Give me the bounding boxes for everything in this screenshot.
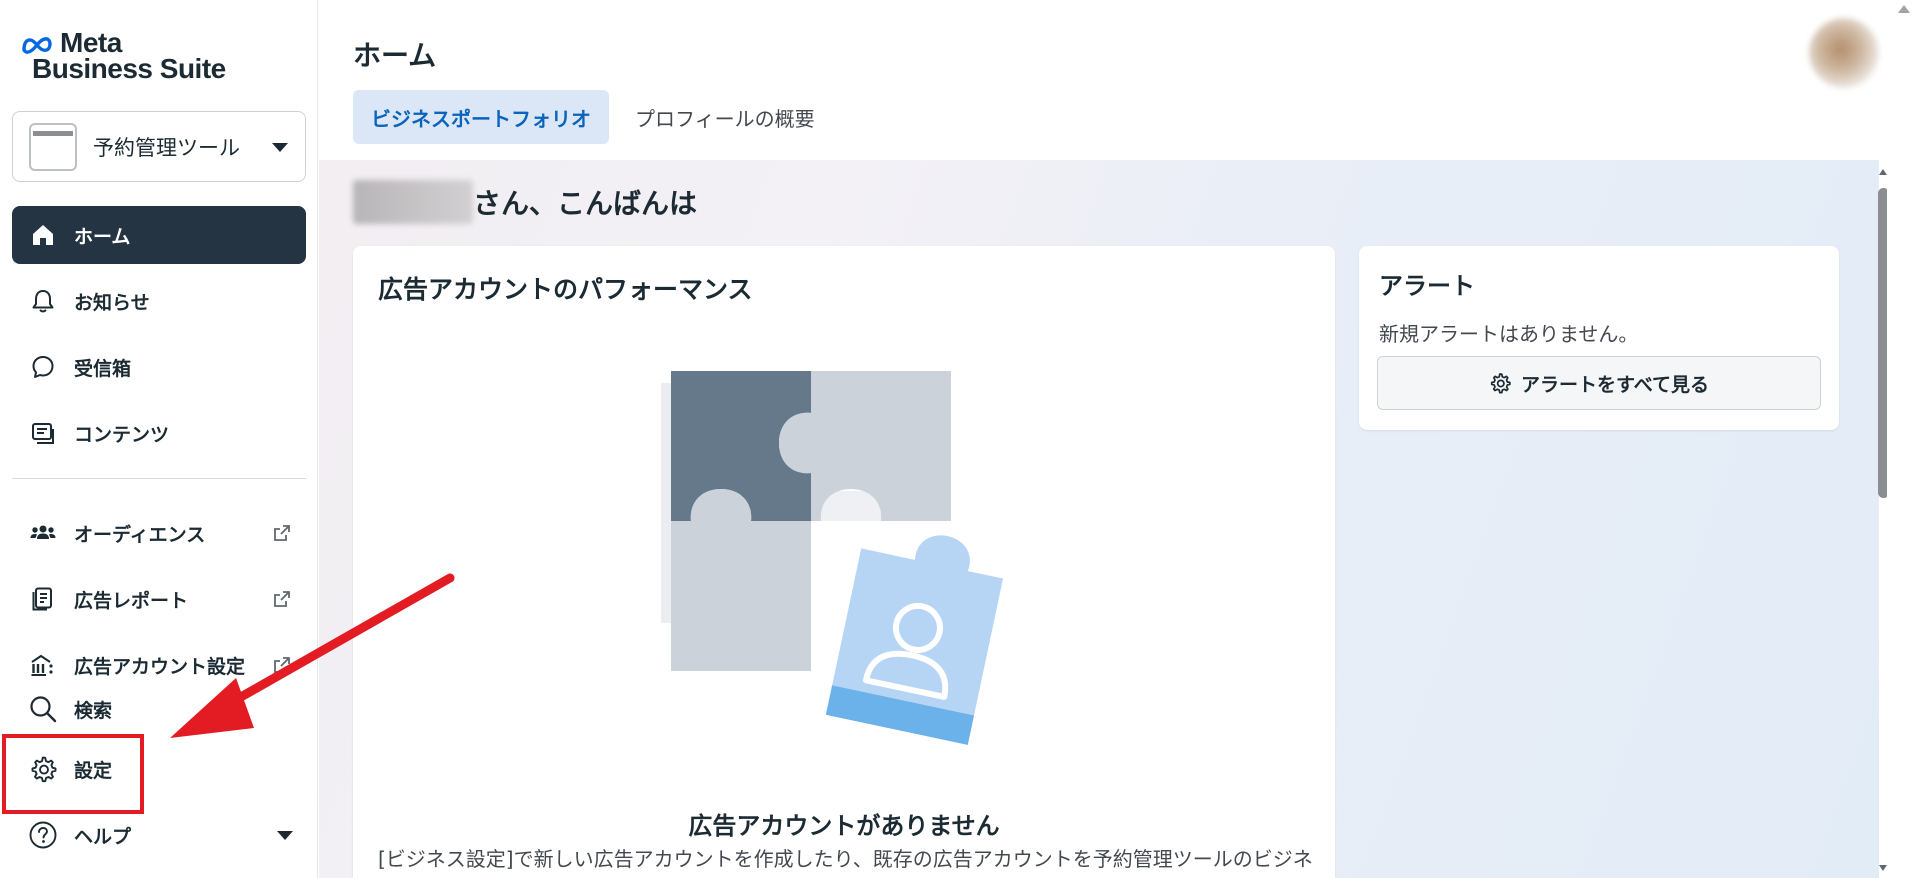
alerts-message: 新規アラートはありません。 [1379, 322, 1639, 346]
greeting: さん、こんばんは [353, 180, 697, 224]
sidebar: Meta Business Suite 予約管理ツール ホーム お知らせ 受信箱… [0, 0, 318, 878]
page-scrollbar[interactable] [1887, 0, 1920, 878]
help-icon [28, 820, 58, 850]
logo-text-business-suite: Business Suite [32, 53, 226, 84]
page-header: ホーム ビジネスポートフォリオ プロフィールの概要 [319, 0, 1887, 160]
ad-account-icon [28, 650, 58, 680]
report-icon [28, 584, 58, 614]
sidebar-item-label: オーディエンス [74, 523, 206, 546]
sidebar-item-ad-report[interactable]: 広告レポート [12, 570, 306, 628]
portfolio-selector[interactable]: 予約管理ツール [12, 111, 306, 182]
view-all-alerts-label: アラートをすべて見る [1521, 373, 1709, 396]
sidebar-item-audience[interactable]: オーディエンス [12, 504, 306, 562]
sidebar-item-settings[interactable]: 設定 [12, 740, 306, 798]
sidebar-item-label: ヘルプ [74, 825, 132, 848]
view-all-alerts-button[interactable]: アラートをすべて見る [1377, 356, 1821, 410]
sidebar-item-label: 設定 [74, 759, 113, 782]
portfolio-name: 予約管理ツール [93, 135, 240, 160]
content-icon [28, 418, 58, 448]
caret-down-icon [277, 831, 293, 840]
sidebar-item-search[interactable]: 検索 [12, 680, 306, 738]
caret-down-icon [272, 142, 288, 152]
sidebar-item-inbox[interactable]: 受信箱 [12, 338, 306, 396]
external-link-icon [274, 657, 290, 673]
bell-icon [28, 286, 58, 316]
blurred-username [353, 180, 473, 224]
header-tabs: ビジネスポートフォリオ プロフィールの概要 [353, 90, 833, 144]
portfolio-thumbnail [29, 122, 77, 171]
scroll-up-arrow-icon[interactable] [1897, 4, 1911, 14]
avatar[interactable] [1809, 18, 1879, 88]
no-ad-account-description: [ビジネス設定]で新しい広告アカウントを作成したり、既存の広告アカウントを予約管… [378, 847, 1313, 878]
sidebar-item-label: 検索 [74, 699, 113, 722]
gear-icon [1490, 373, 1511, 394]
sidebar-item-home[interactable]: ホーム [12, 206, 306, 264]
puzzle-illustration [661, 371, 1004, 745]
home-icon [28, 220, 58, 250]
search-icon [28, 694, 58, 724]
page-title: ホーム [353, 39, 437, 72]
main-content: さん、こんばんは 広告アカウントのパフォーマンス 広告アカウントがありません [ [319, 160, 1879, 878]
sidebar-item-label: 広告アカウント設定 [74, 655, 246, 678]
alerts-title: アラート [1379, 272, 1475, 300]
greeting-text: さん、こんばんは [473, 187, 698, 220]
ad-performance-title: 広告アカウントのパフォーマンス [378, 275, 753, 304]
alerts-card: アラート 新規アラートはありません。 アラートをすべて見る [1359, 246, 1839, 430]
external-link-icon [274, 525, 290, 541]
sidebar-item-label: コンテンツ [74, 423, 170, 446]
sidebar-item-label: 広告レポート [74, 589, 189, 612]
external-link-icon [274, 591, 290, 607]
chat-bubble-icon [28, 352, 58, 382]
ad-performance-card: 広告アカウントのパフォーマンス 広告アカウントがありません [ビジネス設定]で新… [353, 246, 1335, 878]
tab-business-portfolio[interactable]: ビジネスポートフォリオ [353, 90, 609, 144]
sidebar-item-help[interactable]: ヘルプ [12, 806, 306, 864]
tab-profile-overview[interactable]: プロフィールの概要 [617, 90, 833, 144]
sidebar-item-label: お知らせ [74, 291, 150, 314]
sidebar-item-content[interactable]: コンテンツ [12, 404, 306, 462]
sidebar-divider [12, 478, 306, 479]
sidebar-item-notifications[interactable]: お知らせ [12, 272, 306, 330]
gear-icon [28, 754, 58, 784]
meta-business-suite-logo[interactable]: Meta Business Suite [20, 29, 226, 84]
no-ad-account-title: 広告アカウントがありません [688, 812, 1000, 840]
sidebar-item-label: ホーム [74, 225, 131, 248]
audience-icon [28, 518, 58, 548]
sidebar-item-label: 受信箱 [74, 357, 132, 380]
